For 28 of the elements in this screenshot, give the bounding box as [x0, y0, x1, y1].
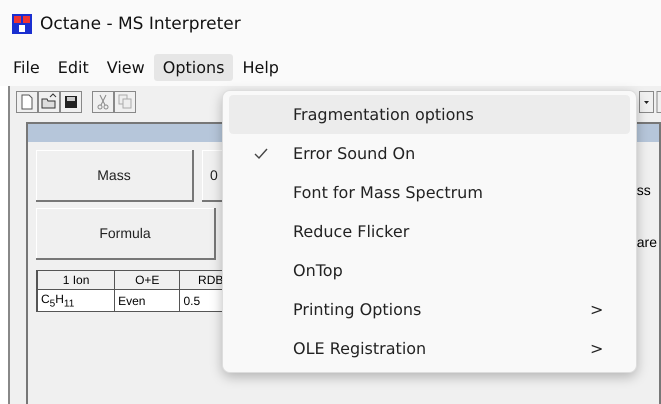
dropdown-arrow-icon[interactable]	[639, 91, 661, 113]
column-header: O+E	[114, 270, 180, 290]
column-header: 1 Ion	[37, 270, 115, 290]
submenu-arrow: >	[590, 300, 604, 319]
menu-item[interactable]: Error Sound On	[229, 134, 630, 173]
save-icon[interactable]	[60, 91, 82, 113]
menu-item[interactable]: Font for Mass Spectrum	[229, 173, 630, 212]
table-cell: Even	[114, 290, 180, 312]
menu-item[interactable]: View	[98, 54, 154, 80]
open-folder-icon[interactable]	[38, 91, 60, 113]
label-text: ss	[636, 182, 652, 198]
label-text: are	[636, 234, 657, 250]
menu-item[interactable]: File	[4, 54, 49, 80]
submenu-arrow: >	[590, 339, 604, 358]
table-cell: C$_{5}$H$_{11}$	[37, 290, 115, 312]
new-file-icon[interactable]	[16, 91, 38, 113]
menu-item[interactable]: Edit	[48, 54, 98, 80]
mass-button[interactable]: Mass	[36, 150, 194, 202]
copy-icon[interactable]	[114, 91, 136, 113]
menu-item[interactable]: Help	[233, 54, 288, 80]
cut-icon[interactable]	[92, 91, 114, 113]
app-logo-icon	[12, 14, 32, 34]
window-title: Octane - MS Interpreter	[40, 14, 241, 34]
menu-item[interactable]: Reduce Flicker	[229, 212, 630, 251]
menu-item[interactable]: Fragmentation options	[229, 95, 630, 134]
formula-button[interactable]: Formula	[36, 208, 216, 260]
menu-item[interactable]: OLE Registration >	[229, 329, 630, 368]
menu-item[interactable]: Options	[154, 54, 234, 80]
